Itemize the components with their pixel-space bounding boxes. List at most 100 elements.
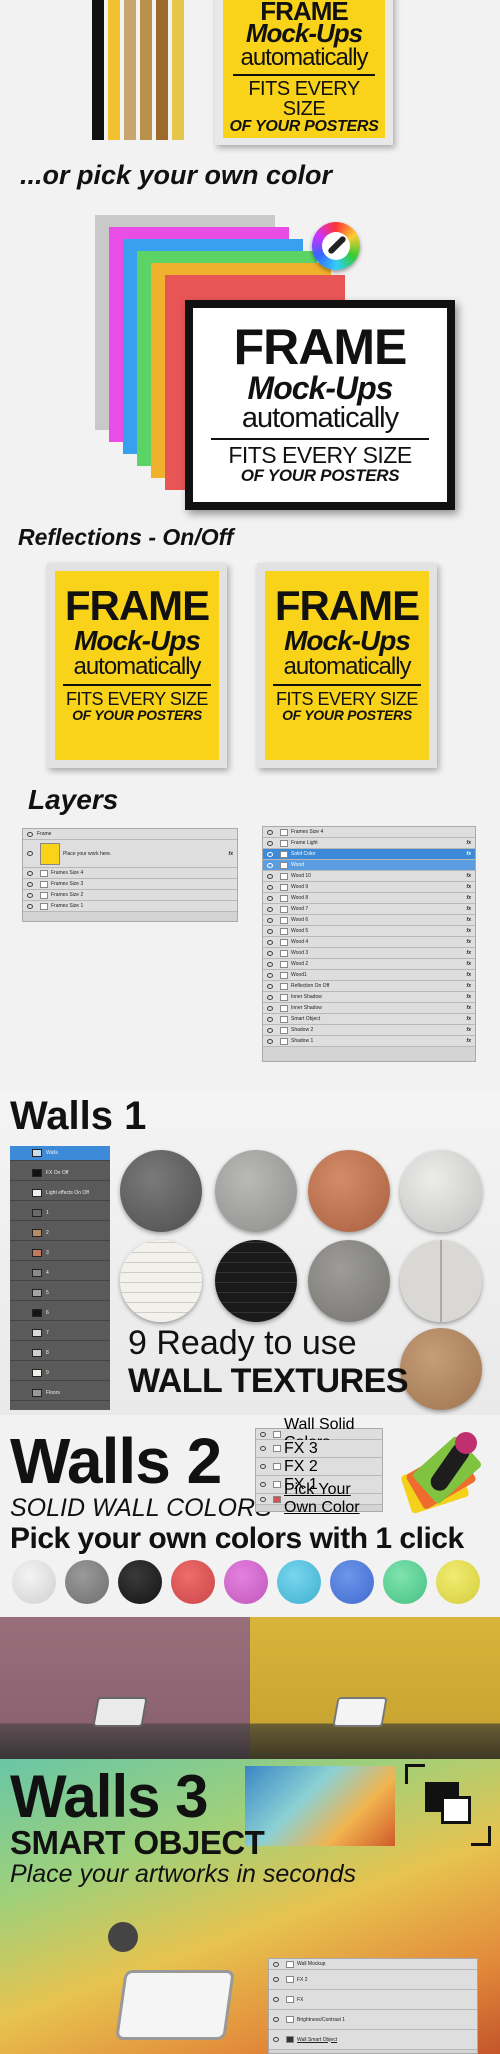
- color-swatch-red[interactable]: [171, 1560, 215, 1604]
- layer-row[interactable]: Pick Your Own Color: [256, 1481, 382, 1516]
- walls-layer-row[interactable]: 6: [10, 1306, 110, 1321]
- layer-row[interactable]: Frames Size 4: [263, 827, 475, 838]
- color-swatch-white[interactable]: [12, 1560, 56, 1604]
- color-picker-icon[interactable]: [312, 222, 360, 270]
- eye-icon[interactable]: [267, 884, 273, 890]
- layer-row[interactable]: Wood 2 fx: [263, 959, 475, 970]
- eye-icon[interactable]: [27, 831, 33, 837]
- layer-row[interactable]: Inner Shadow fx: [263, 992, 475, 1003]
- walls-layer-row[interactable]: 3: [10, 1246, 110, 1261]
- eye-icon[interactable]: [267, 906, 273, 912]
- layer-row[interactable]: FX 2: [256, 1458, 382, 1476]
- eye-icon[interactable]: [27, 903, 33, 909]
- eye-icon[interactable]: [273, 1977, 279, 1982]
- eye-icon[interactable]: [273, 1961, 279, 1967]
- eye-icon[interactable]: [267, 939, 273, 945]
- layer-row[interactable]: Wood 5 fx: [263, 926, 475, 937]
- layer-row[interactable]: Frame Light fx: [263, 838, 475, 849]
- eye-icon[interactable]: [267, 862, 273, 868]
- fx-icon[interactable]: fx: [467, 928, 471, 934]
- layer-row-selected[interactable]: Solid Color fx: [263, 849, 475, 860]
- layer-row[interactable]: Place your work here. fx: [23, 840, 237, 868]
- walls-group-row[interactable]: Walls: [10, 1146, 110, 1161]
- texture-swatch-cork[interactable]: [400, 1328, 482, 1410]
- texture-swatch-stone-grey[interactable]: [308, 1240, 390, 1322]
- fx-icon[interactable]: fx: [229, 851, 233, 857]
- eye-icon[interactable]: [260, 1446, 266, 1451]
- eye-icon[interactable]: [273, 2037, 279, 2042]
- eye-icon[interactable]: [267, 983, 273, 989]
- walls-layer-row[interactable]: Floors: [10, 1386, 110, 1401]
- texture-swatch-concrete-dark[interactable]: [120, 1150, 202, 1232]
- texture-swatch-black-brick[interactable]: [215, 1240, 297, 1322]
- color-palette-icon[interactable]: [400, 1432, 491, 1516]
- layer-row[interactable]: Frames Size 2: [23, 890, 237, 901]
- layer-row[interactable]: Shadow 1 fx: [263, 1036, 475, 1047]
- eye-icon[interactable]: [27, 892, 33, 898]
- texture-swatch-white-panels[interactable]: [400, 1240, 482, 1322]
- layer-row-selected[interactable]: Wood: [263, 860, 475, 871]
- layer-row[interactable]: FX 3: [256, 1440, 382, 1458]
- color-swatch-cyan[interactable]: [277, 1560, 321, 1604]
- fx-icon[interactable]: fx: [467, 906, 471, 912]
- texture-swatch-terracotta[interactable]: [308, 1150, 390, 1232]
- layer-row[interactable]: Frames Size 4: [23, 868, 237, 879]
- layer-row[interactable]: Shadow 2 fx: [263, 1025, 475, 1036]
- eye-icon[interactable]: [267, 1038, 273, 1044]
- layer-row[interactable]: Smart Object fx: [263, 1014, 475, 1025]
- layer-row[interactable]: Wood 4 fx: [263, 937, 475, 948]
- eye-icon[interactable]: [260, 1464, 266, 1469]
- color-swatch-black[interactable]: [118, 1560, 162, 1604]
- eye-icon[interactable]: [267, 917, 273, 923]
- layer-row[interactable]: Wood 9 fx: [263, 882, 475, 893]
- eye-icon[interactable]: [260, 1496, 266, 1502]
- color-swatch-blue[interactable]: [330, 1560, 374, 1604]
- eye-icon[interactable]: [267, 1016, 273, 1022]
- fx-icon[interactable]: fx: [467, 994, 471, 1000]
- eye-icon[interactable]: [267, 1005, 273, 1011]
- fx-icon[interactable]: fx: [467, 1016, 471, 1022]
- layer-row[interactable]: Wood 3 fx: [263, 948, 475, 959]
- eye-icon[interactable]: [267, 829, 273, 835]
- layer-row[interactable]: Frame: [23, 829, 237, 840]
- color-swatch-yellow[interactable]: [436, 1560, 480, 1604]
- eye-icon[interactable]: [27, 870, 33, 876]
- fx-icon[interactable]: fx: [467, 895, 471, 901]
- smart-object-icon[interactable]: [405, 1764, 491, 1846]
- eye-icon[interactable]: [267, 851, 273, 857]
- eye-icon[interactable]: [267, 873, 273, 879]
- eye-icon[interactable]: [267, 972, 273, 978]
- texture-swatch-white-plaster[interactable]: [400, 1150, 482, 1232]
- walls-layer-row[interactable]: 5: [10, 1286, 110, 1301]
- fx-icon[interactable]: fx: [467, 1027, 471, 1033]
- layer-row[interactable]: FX: [269, 1990, 477, 2010]
- eye-icon[interactable]: [267, 950, 273, 956]
- fx-icon[interactable]: fx: [467, 961, 471, 967]
- texture-swatch-concrete-light[interactable]: [215, 1150, 297, 1232]
- eye-icon[interactable]: [273, 1997, 279, 2002]
- layer-row[interactable]: Brightness/Contrast 1: [269, 2010, 477, 2030]
- fx-icon[interactable]: fx: [467, 950, 471, 956]
- walls-layer-row[interactable]: 4: [10, 1266, 110, 1281]
- fx-icon[interactable]: fx: [467, 840, 471, 846]
- fx-icon[interactable]: fx: [467, 917, 471, 923]
- color-swatch-magenta[interactable]: [224, 1560, 268, 1604]
- eye-icon[interactable]: [267, 895, 273, 901]
- layer-row[interactable]: Reflection On Off fx: [263, 981, 475, 992]
- walls-layer-row[interactable]: 8: [10, 1346, 110, 1361]
- layer-row[interactable]: Wall Smart Object: [269, 2030, 477, 2050]
- walls-layer-row[interactable]: 2: [10, 1226, 110, 1241]
- fx-icon[interactable]: fx: [467, 1038, 471, 1044]
- eye-icon[interactable]: [267, 994, 273, 1000]
- layer-row[interactable]: Wood 10 fx: [263, 871, 475, 882]
- eye-icon[interactable]: [27, 881, 33, 887]
- layer-row[interactable]: Wood 6 fx: [263, 915, 475, 926]
- layer-row[interactable]: Inner Shadow fx: [263, 1003, 475, 1014]
- layer-row[interactable]: Frames Size 1: [23, 901, 237, 912]
- layer-row[interactable]: Wood1 fx: [263, 970, 475, 981]
- layer-row[interactable]: Wood 7 fx: [263, 904, 475, 915]
- fx-icon[interactable]: fx: [467, 873, 471, 879]
- layer-row[interactable]: Wall Mockup: [269, 1959, 477, 1970]
- eye-icon[interactable]: [267, 928, 273, 934]
- eye-icon[interactable]: [260, 1482, 266, 1487]
